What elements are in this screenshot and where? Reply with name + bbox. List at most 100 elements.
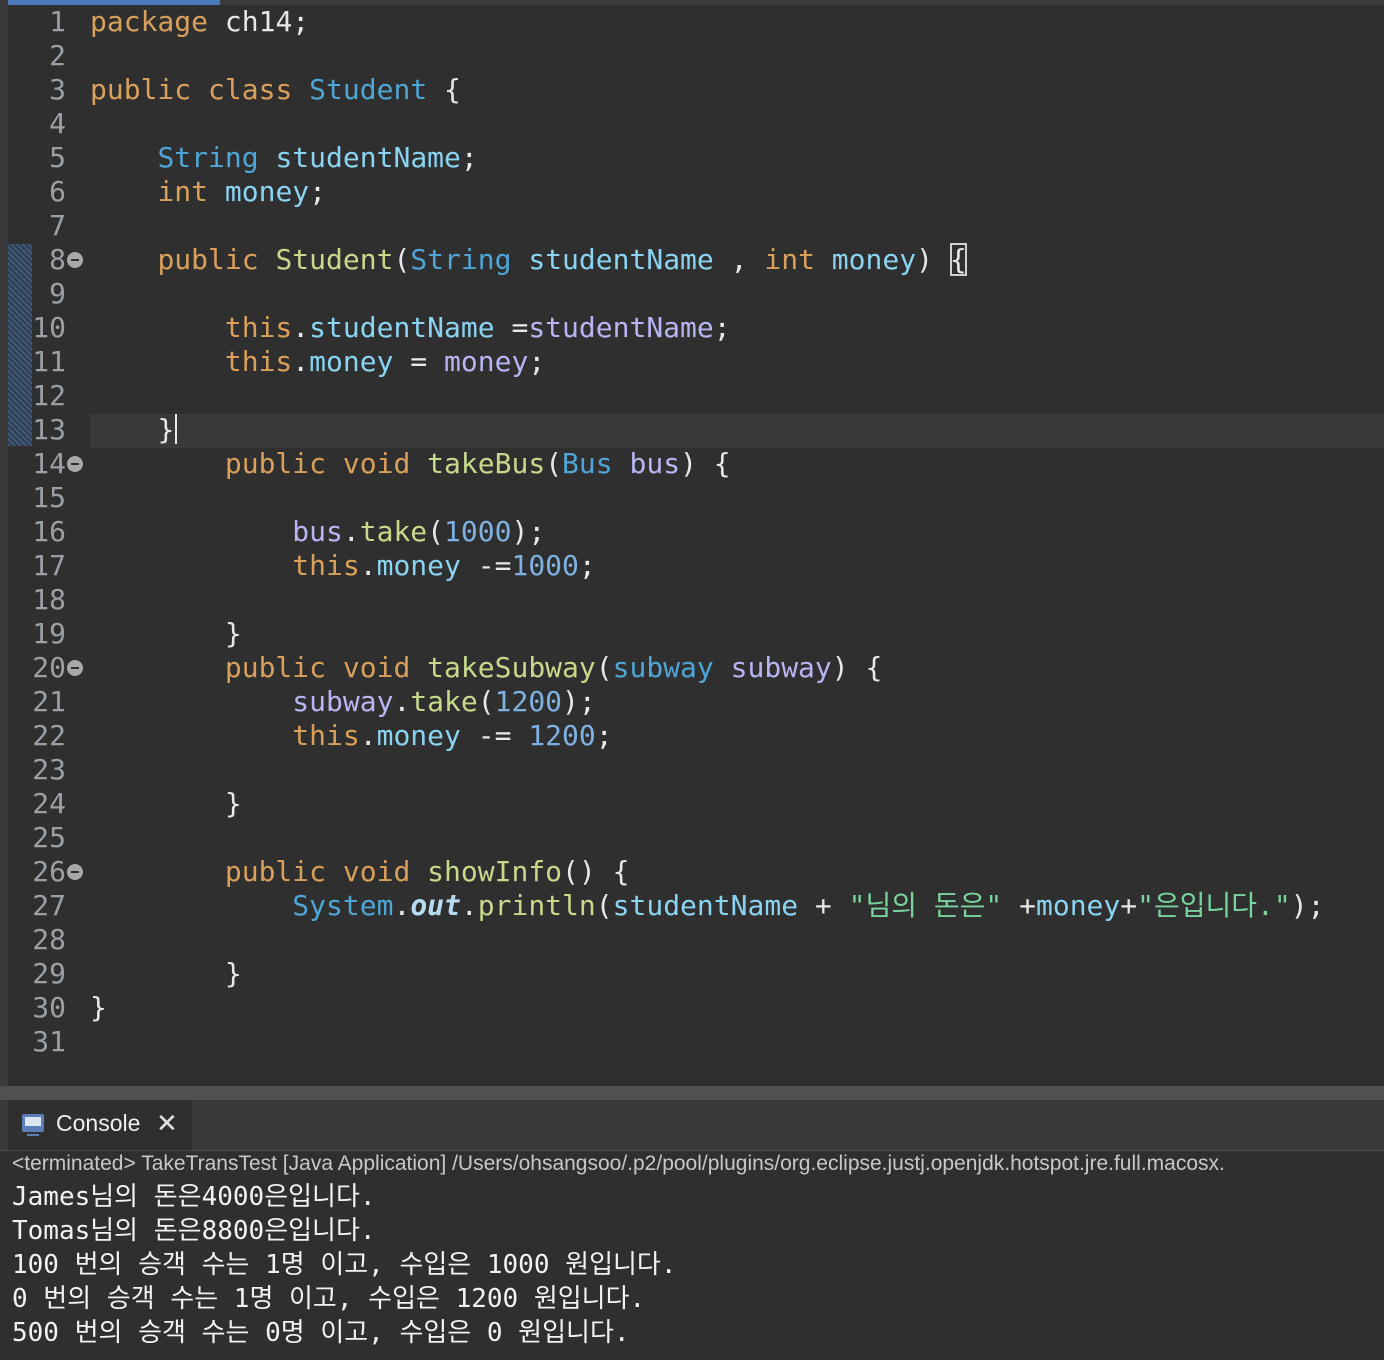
token: int	[157, 175, 209, 208]
code-line-3[interactable]: public class Student {	[0, 73, 1384, 107]
fold-collapse-icon[interactable]	[67, 456, 83, 472]
token: studentName	[309, 311, 495, 344]
code-line-19[interactable]: }	[0, 617, 1384, 651]
token: }	[157, 413, 175, 446]
gutter-row: 1	[0, 5, 90, 39]
gutter-row: 30	[0, 991, 90, 1025]
token: }	[90, 991, 107, 1024]
code-line-14[interactable]: public void takeBus(Bus bus) {	[0, 447, 1384, 481]
code-line-6[interactable]: int money;	[0, 175, 1384, 209]
console-panel[interactable]: Console ✕ <terminated> TakeTransTest [Ja…	[0, 1100, 1384, 1360]
code-line-29[interactable]: }	[0, 957, 1384, 991]
token: 1200	[494, 685, 563, 718]
token: 1000	[444, 515, 512, 548]
token: money	[831, 243, 917, 276]
gutter-row: 23	[0, 753, 90, 787]
token: class	[208, 73, 293, 106]
token: money	[1035, 889, 1121, 922]
token: +	[1120, 889, 1138, 922]
token: }	[224, 617, 242, 650]
line-number: 8	[49, 243, 66, 276]
token: "은입니다."	[1137, 889, 1291, 922]
tab-console[interactable]: Console ✕	[8, 1100, 192, 1150]
token: money	[309, 345, 394, 378]
gutter-row: 10	[0, 311, 90, 345]
code-line-24[interactable]: }	[0, 787, 1384, 821]
code-line-10[interactable]: this.studentName =studentName;	[0, 311, 1384, 345]
fold-collapse-icon[interactable]	[67, 252, 83, 268]
code-line-26[interactable]: public void showInfo() {	[0, 855, 1384, 889]
token: (	[545, 447, 563, 480]
token: +	[1002, 889, 1036, 922]
token: String	[157, 141, 259, 174]
code-line-22[interactable]: this.money -= 1200;	[0, 719, 1384, 753]
gutter-row: 16	[0, 515, 90, 549]
console-status-line: <terminated> TakeTransTest [Java Applica…	[12, 1152, 1225, 1175]
code-line-21[interactable]: subway.take(1200);	[0, 685, 1384, 719]
code-line-20[interactable]: public void takeSubway(subway subway) {	[0, 651, 1384, 685]
token: }	[224, 957, 242, 990]
panel-divider[interactable]	[0, 1086, 1384, 1100]
token: studentName	[528, 311, 714, 344]
line-number: 9	[49, 277, 66, 310]
token: takeSubway	[427, 651, 596, 684]
token: subway	[612, 651, 714, 684]
token: () {	[562, 855, 630, 888]
gutter-row: 11	[0, 345, 90, 379]
close-icon[interactable]: ✕	[156, 1108, 178, 1139]
token: .	[292, 345, 310, 378]
token: this	[224, 345, 293, 378]
token: public	[224, 855, 327, 888]
fold-collapse-icon[interactable]	[67, 864, 83, 880]
code-line-30[interactable]: }	[0, 991, 1384, 1025]
code-line-11[interactable]: this.money = money;	[0, 345, 1384, 379]
token: take	[410, 685, 478, 718]
token: money	[444, 345, 529, 378]
token: take	[359, 515, 428, 548]
token: money	[376, 549, 461, 582]
code-line-27[interactable]: System.out.println(studentName + "님의 돈은"…	[0, 889, 1384, 923]
token: .	[359, 719, 377, 752]
token: .	[292, 311, 310, 344]
token: money	[376, 719, 461, 752]
token: -=	[460, 719, 529, 752]
code-line-13[interactable]: }	[0, 413, 1384, 447]
code-line-8[interactable]: public Student(String studentName , int …	[0, 243, 1384, 277]
token: bus	[629, 447, 681, 480]
line-number: 6	[49, 175, 66, 208]
code-line-17[interactable]: this.money -=1000;	[0, 549, 1384, 583]
code-line-5[interactable]: String studentName;	[0, 141, 1384, 175]
line-number: 14	[32, 447, 66, 480]
token: 1000	[511, 549, 579, 582]
code-line-1[interactable]: package ch14;	[0, 5, 1384, 39]
gutter-row: 6	[0, 175, 90, 209]
line-number: 30	[32, 991, 66, 1024]
token: ;	[595, 719, 613, 752]
code-line-16[interactable]: bus.take(1000);	[0, 515, 1384, 549]
token: ) {	[831, 651, 883, 684]
gutter-row: 28	[0, 923, 90, 957]
token: subway	[730, 651, 832, 684]
console-output-line: James님의 돈은4000은입니다.	[12, 1182, 376, 1212]
token: money	[224, 175, 310, 208]
code-editor[interactable]: package ch14; public class Student { Str…	[0, 0, 1384, 1086]
token: );	[511, 515, 546, 548]
console-output-line: 0 번의 승객 수는 1명 이고, 수입은 1200 원입니다.	[12, 1284, 646, 1314]
line-number: 31	[32, 1025, 66, 1058]
fold-collapse-icon[interactable]	[67, 660, 83, 676]
token: println	[477, 889, 596, 922]
